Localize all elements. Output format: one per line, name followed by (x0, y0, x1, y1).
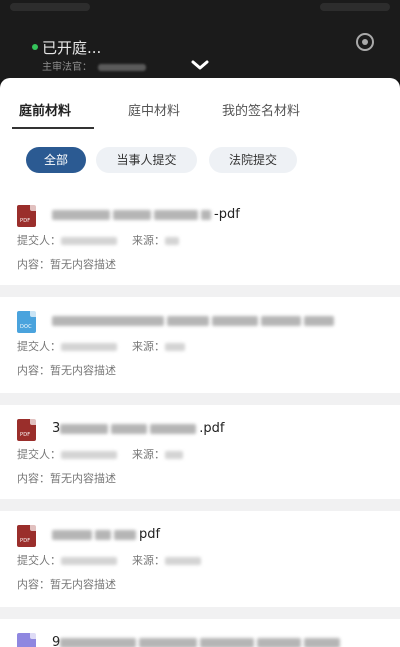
content-value: 暂无内容描述 (50, 258, 116, 271)
divider (0, 285, 400, 297)
content-label: 内容： (17, 578, 50, 591)
target-icon[interactable] (356, 33, 374, 51)
materials-sheet: 庭前材料 庭中材料 我的签名材料 全部 当事人提交 法院提交 PDF -pdf … (0, 78, 400, 647)
divider (0, 607, 400, 619)
active-tab-indicator (12, 127, 94, 129)
submitter-source-row: 提交人： 来源： (17, 446, 186, 462)
tab-in-hearing-materials[interactable]: 庭中材料 (128, 100, 180, 119)
source-label: 来源： (132, 448, 165, 461)
chevron-down-icon[interactable] (190, 59, 210, 71)
material-tabs: 庭前材料 庭中材料 我的签名材料 (0, 78, 400, 131)
tab-pre-hearing-materials[interactable]: 庭前材料 (19, 100, 71, 119)
submitter-label: 提交人： (17, 448, 61, 461)
divider (0, 499, 400, 511)
content-row: 内容：暂无内容描述 (17, 362, 116, 378)
filter-chips: 全部 当事人提交 法院提交 (0, 131, 400, 191)
file-name: pdf (52, 527, 160, 542)
submitter-label: 提交人： (17, 340, 61, 353)
pdf-file-icon: PDF (17, 205, 36, 227)
content-row: 内容：暂无内容描述 (17, 470, 116, 486)
divider (0, 393, 400, 405)
pdf-file-icon: PDF (17, 525, 36, 547)
submitter-label: 提交人： (17, 554, 61, 567)
file-name (52, 313, 337, 328)
presiding-judge-line: 主审法官： (42, 58, 146, 73)
hearing-status-title: 已开庭... (42, 39, 102, 57)
content-label: 内容： (17, 472, 50, 485)
source-label: 来源： (132, 554, 165, 567)
filter-all[interactable]: 全部 (26, 147, 86, 173)
submitter-source-row: 提交人： 来源： (17, 232, 182, 248)
content-value: 暂无内容描述 (50, 472, 116, 485)
live-status-dot (32, 44, 38, 50)
presiding-judge-name-redacted (98, 63, 146, 71)
top-bar: 已开庭... 主审法官： (0, 0, 400, 80)
file-name: 3 .pdf (52, 421, 225, 436)
submitter-label: 提交人： (17, 234, 61, 247)
status-bar-left (10, 3, 90, 11)
status-bar-right (320, 3, 390, 11)
doc-file-icon: DOC (17, 311, 36, 333)
list-item[interactable]: PDF -pdf 提交人： 来源： 内容：暂无内容描述 (0, 191, 400, 285)
content-value: 暂无内容描述 (50, 364, 116, 377)
file-name: 9 (52, 635, 343, 647)
content-row: 内容：暂无内容描述 (17, 256, 116, 272)
image-file-icon (17, 633, 36, 647)
content-row: 内容：暂无内容描述 (17, 576, 116, 592)
submitter-source-row: 提交人： 来源： (17, 552, 204, 568)
submitter-source-row: 提交人： 来源： (17, 338, 188, 354)
filter-party-submitted[interactable]: 当事人提交 (96, 147, 197, 173)
tab-my-signed-materials[interactable]: 我的签名材料 (222, 100, 300, 119)
content-label: 内容： (17, 364, 50, 377)
content-label: 内容： (17, 258, 50, 271)
pdf-file-icon: PDF (17, 419, 36, 441)
content-value: 暂无内容描述 (50, 578, 116, 591)
source-label: 来源： (132, 234, 165, 247)
file-name: -pdf (52, 207, 240, 222)
list-item[interactable]: PDF 3 .pdf 提交人： 来源： 内容：暂无内容描述 (0, 405, 400, 499)
source-label: 来源： (132, 340, 165, 353)
list-item[interactable]: PDF pdf 提交人： 来源： 内容：暂无内容描述 (0, 511, 400, 607)
filter-court-submitted[interactable]: 法院提交 (209, 147, 297, 173)
list-item[interactable]: DOC 提交人： 来源： 内容：暂无内容描述 (0, 297, 400, 393)
presiding-judge-label: 主审法官： (42, 62, 92, 73)
list-item[interactable]: 9 (0, 619, 400, 647)
